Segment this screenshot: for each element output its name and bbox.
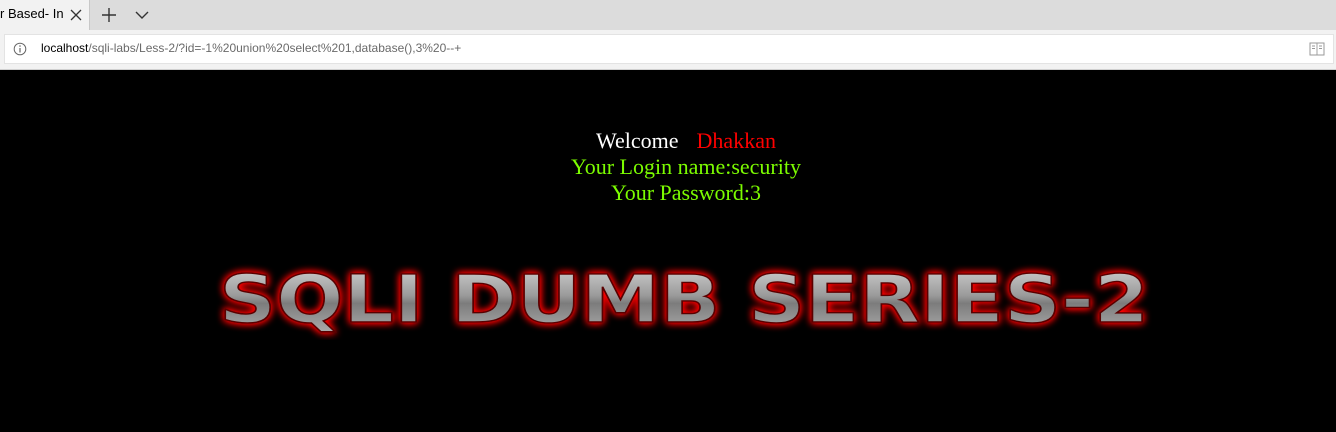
address-bar: localhost/sqli-labs/Less-2/?id=-1%20unio…	[0, 30, 1336, 70]
plus-icon[interactable]	[100, 6, 118, 24]
url-path: /sqli-labs/Less-2/?id=-1%20union%20selec…	[88, 41, 462, 55]
welcome-word: Welcome	[596, 128, 679, 153]
welcome-name: Dhakkan	[696, 128, 776, 153]
banner-text: SQLI DUMB SERIES-2	[219, 261, 1149, 338]
reading-view-icon[interactable]	[1309, 42, 1325, 56]
browser-chrome: r Based- In localhost/sqli-labs/Less-2/?…	[0, 0, 1336, 70]
url-text[interactable]: localhost/sqli-labs/Less-2/?id=-1%20unio…	[41, 41, 461, 55]
login-name-line: Your Login name:security	[571, 154, 801, 179]
welcome-line: Welcome Dhakkan	[0, 128, 1336, 154]
close-icon[interactable]	[68, 7, 84, 23]
tab-title: r Based- In	[0, 6, 64, 21]
url-host: localhost	[41, 41, 89, 55]
password-line: Your Password:3	[611, 180, 761, 205]
series-banner: SQLI DUMB SERIES-2	[218, 260, 1150, 339]
scrollbar[interactable]	[1330, 72, 1336, 432]
chevron-down-icon[interactable]	[134, 7, 150, 23]
url-field[interactable]: localhost/sqli-labs/Less-2/?id=-1%20unio…	[4, 34, 1334, 64]
info-icon[interactable]	[13, 42, 27, 56]
page-body: Welcome Dhakkan Your Login name:security …	[0, 70, 1336, 432]
tab-active[interactable]: r Based- In	[0, 0, 90, 30]
tab-strip: r Based- In	[0, 0, 1336, 30]
